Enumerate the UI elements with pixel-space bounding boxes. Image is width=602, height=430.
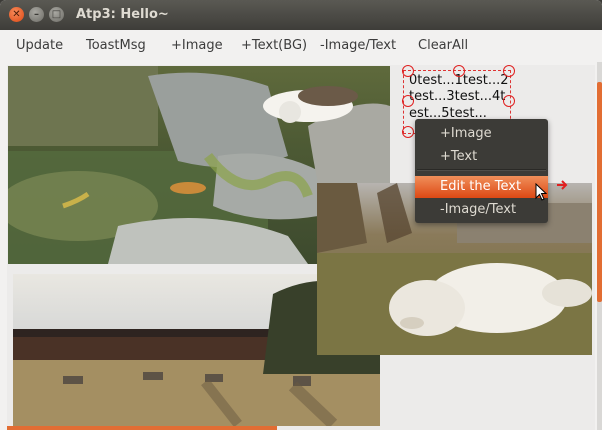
menu-item-add-text[interactable]: +Text [415,146,548,168]
resize-handle-left[interactable] [402,95,414,107]
add-text-bg-button[interactable]: +Text(BG) [241,38,307,53]
horizontal-scrollbar-thumb[interactable] [7,426,277,430]
drag-arrow-icon [557,180,568,190]
add-image-button[interactable]: +Image [171,38,223,53]
title-bar[interactable]: ✕ – □ Atp3: Hello~ [0,0,602,30]
resize-handle-top-left[interactable] [402,65,414,77]
resize-handle-bottom-left[interactable] [402,126,414,138]
toastmsg-button[interactable]: ToastMsg [86,38,146,53]
menu-item-add-image[interactable]: +Image [415,123,548,145]
scrollbar-thumb[interactable] [597,82,602,302]
toolbar: Update ToastMsg +Image +Text(BG) -Image/… [0,30,602,62]
close-icon[interactable]: ✕ [9,7,24,22]
update-button[interactable]: Update [16,38,63,53]
maximize-icon[interactable]: □ [49,7,64,22]
resize-handle-top[interactable] [453,65,465,77]
window-title: Atp3: Hello~ [76,7,169,22]
menu-item-remove-image-text[interactable]: -Image/Text [415,199,548,221]
context-menu: +Image +Text Edit the Text -Image/Text [415,119,548,223]
resize-handle-right[interactable] [503,95,515,107]
menu-item-label: Edit the Text [440,179,522,194]
menu-item-label: -Image/Text [440,202,517,217]
minimize-icon[interactable]: – [29,7,44,22]
remove-image-text-button[interactable]: -Image/Text [320,38,396,53]
text-line-2: test...3test...4t [409,89,506,104]
menu-item-label: +Image [440,126,492,141]
resize-handle-top-right[interactable] [503,65,515,77]
vertical-scrollbar[interactable] [597,62,602,430]
clear-all-button[interactable]: ClearAll [418,38,468,53]
menu-item-edit-text[interactable]: Edit the Text [415,176,548,198]
mouse-cursor-icon [535,183,547,201]
menu-separator [417,169,546,171]
menu-item-label: +Text [440,149,478,164]
app-window: ✕ – □ Atp3: Hello~ Update ToastMsg +Imag… [0,0,602,430]
